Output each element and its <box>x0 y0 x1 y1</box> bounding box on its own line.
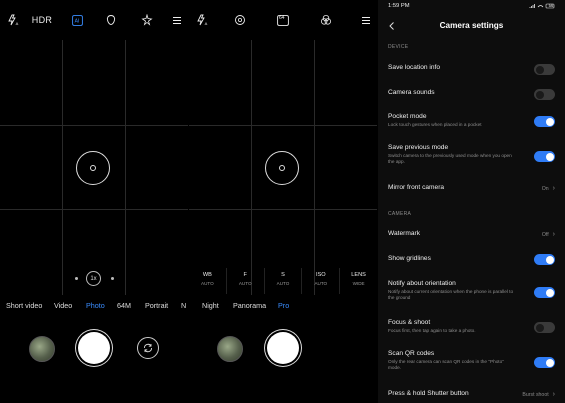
mode-portrait[interactable]: Portrait <box>145 301 168 310</box>
mode-selector: Short video Video Photo 64M Portrait N <box>0 299 188 313</box>
settings-header: Camera settings <box>378 13 565 39</box>
setting-save-previous-mode[interactable]: Save previous mode Switch camera to the … <box>388 144 555 172</box>
ai-icon[interactable]: AI <box>70 12 84 28</box>
chevron-right-icon: › <box>552 185 555 192</box>
viewfinder-grid[interactable] <box>0 40 188 295</box>
setting-label: Camera sounds <box>388 89 435 96</box>
mode-selector: Night Panorama Pro <box>189 299 377 313</box>
setting-label: Focus & shoot <box>388 319 431 326</box>
status-time: 1:59 PM <box>388 3 410 9</box>
setting-notify-orientation[interactable]: Notify about orientation Notify about cu… <box>388 280 555 306</box>
setting-description: Lock touch gestures when placed in a poc… <box>388 122 482 127</box>
setting-value: Burst shoot › <box>522 391 555 398</box>
scan-qr-codes-toggle[interactable] <box>534 357 555 368</box>
zoom-dot[interactable] <box>111 277 114 280</box>
pro-control-aperture[interactable]: F AUTO <box>227 268 265 294</box>
mode-night[interactable]: N <box>181 301 186 310</box>
setting-label: Show gridlines <box>388 255 431 262</box>
setting-description: Only the rear camera can scan QR codes i… <box>388 359 504 370</box>
shutter-button[interactable] <box>267 332 299 364</box>
mode-short-video[interactable]: Short video <box>6 301 42 310</box>
svg-text:AI: AI <box>74 18 79 24</box>
camera-sounds-toggle[interactable] <box>534 89 555 100</box>
mode-pro[interactable]: Pro <box>278 301 289 310</box>
setting-value: Off › <box>541 231 555 238</box>
save-location-toggle[interactable] <box>534 64 555 75</box>
zoom-selector[interactable]: 1x <box>0 270 188 288</box>
hdr-toggle[interactable]: HDR <box>32 12 52 28</box>
beauty-icon[interactable] <box>104 12 118 28</box>
status-icons: 56 <box>529 3 555 10</box>
flash-auto-icon[interactable]: A <box>195 12 209 28</box>
camera-top-bar: A 64 <box>189 0 377 40</box>
save-previous-mode-toggle[interactable] <box>534 151 555 162</box>
viewfinder-grid[interactable] <box>189 40 377 295</box>
pro-control-wb[interactable]: WB AUTO <box>189 268 227 294</box>
svg-text:A: A <box>16 21 19 26</box>
setting-label: Save location info <box>388 64 441 71</box>
focus-ring[interactable] <box>265 151 299 185</box>
lens-icon[interactable] <box>233 12 247 28</box>
setting-label: Notify about orientation <box>388 280 456 287</box>
menu-icon[interactable] <box>170 12 184 28</box>
setting-press-hold-shutter[interactable]: Press & hold Shutter button Burst shoot › <box>388 390 555 402</box>
64mp-icon[interactable]: 64 <box>276 12 290 28</box>
64mp-badge: 64 <box>279 15 285 21</box>
setting-watermark[interactable]: Watermark Off › <box>388 230 555 242</box>
setting-description: Focus first, then tap again to take a ph… <box>388 328 476 333</box>
mode-night[interactable]: Night <box>202 301 219 310</box>
pro-control-lens[interactable]: LENS WIDE <box>340 268 377 294</box>
status-bar: 1:59 PM 56 <box>378 0 565 12</box>
flash-auto-icon[interactable]: A <box>6 12 20 28</box>
camera-settings-screen: 1:59 PM 56 Camera settings DEVICE Save l… <box>378 0 565 403</box>
section-device: DEVICE <box>388 44 409 50</box>
page-title: Camera settings <box>439 21 504 30</box>
section-camera: CAMERA <box>388 211 412 217</box>
pocket-mode-toggle[interactable] <box>534 116 555 127</box>
filter-icon[interactable] <box>319 12 333 28</box>
setting-focus-and-shoot[interactable]: Focus & shoot Focus first, then tap agai… <box>388 319 555 339</box>
setting-label: Scan QR codes <box>388 350 435 357</box>
notify-orientation-toggle[interactable] <box>534 287 555 298</box>
shutter-button[interactable] <box>78 332 110 364</box>
zoom-dot[interactable] <box>75 277 78 280</box>
mode-video[interactable]: Video <box>54 301 72 310</box>
setting-description: Notify about current orientation when th… <box>388 289 514 300</box>
setting-show-gridlines[interactable]: Show gridlines <box>388 254 555 267</box>
camera-top-bar: A HDR AI <box>0 0 188 40</box>
mode-64m[interactable]: 64M <box>117 301 131 310</box>
pro-control-shutter-speed[interactable]: S AUTO <box>265 268 303 294</box>
zoom-button[interactable]: 1x <box>86 271 101 286</box>
switch-camera-icon[interactable] <box>137 337 159 359</box>
chevron-right-icon: › <box>552 391 555 398</box>
setting-scan-qr-codes[interactable]: Scan QR codes Only the rear camera can s… <box>388 350 555 378</box>
chevron-right-icon: › <box>552 231 555 238</box>
focus-and-shoot-toggle[interactable] <box>534 322 555 333</box>
setting-mirror-front-camera[interactable]: Mirror front camera On › <box>388 184 555 196</box>
setting-label: Save previous mode <box>388 144 449 151</box>
setting-description: Switch camera to the previously used mod… <box>388 153 512 164</box>
setting-save-location[interactable]: Save location info <box>388 64 555 76</box>
battery-level: 56 <box>548 2 554 8</box>
setting-label: Mirror front camera <box>388 184 445 191</box>
setting-camera-sounds[interactable]: Camera sounds <box>388 89 555 101</box>
mode-photo[interactable]: Photo <box>86 301 105 310</box>
pro-control-iso[interactable]: ISO AUTO <box>302 268 341 294</box>
camera-pro-screen: A 64 WB AUTO F AUTO S AUTO ISO AUTO LENS WIDE… <box>189 0 377 403</box>
gallery-thumbnail[interactable] <box>217 336 243 362</box>
setting-label: Pocket mode <box>388 113 427 120</box>
setting-pocket-mode[interactable]: Pocket mode Lock touch gestures when pla… <box>388 113 555 133</box>
mode-panorama[interactable]: Panorama <box>233 301 266 310</box>
camera-photo-screen: A HDR AI 1x Short video Video Photo 64M … <box>0 0 188 403</box>
svg-text:A: A <box>205 21 208 26</box>
gallery-thumbnail[interactable] <box>29 336 55 362</box>
show-gridlines-toggle[interactable] <box>534 254 555 265</box>
menu-icon[interactable] <box>359 12 373 28</box>
focus-ring[interactable] <box>76 151 110 185</box>
setting-label: Watermark <box>388 230 420 237</box>
filter-effects-icon[interactable] <box>140 12 154 28</box>
pro-controls-bar: WB AUTO F AUTO S AUTO ISO AUTO LENS WIDE <box>189 268 377 294</box>
setting-label: Press & hold Shutter button <box>388 390 469 397</box>
setting-value: On › <box>541 185 555 192</box>
